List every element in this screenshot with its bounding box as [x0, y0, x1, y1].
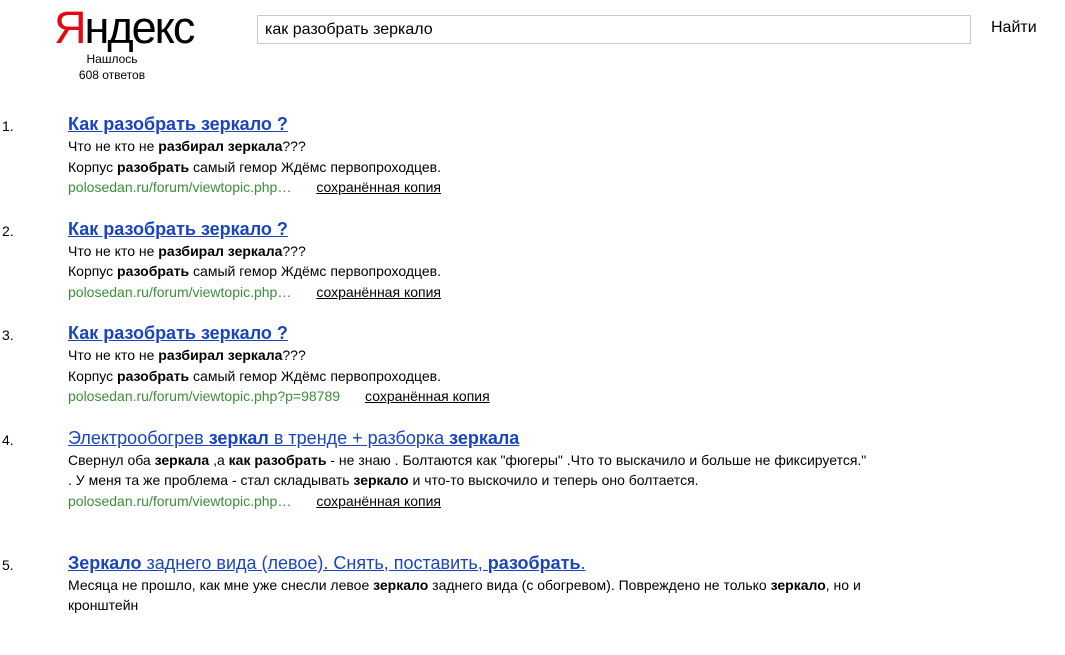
result-body: Как разобрать зеркало ?Что не кто не раз…	[68, 321, 868, 407]
highlight-text: разбирал зеркала	[158, 347, 282, 363]
search-result: 2.Как разобрать зеркало ?Что не кто не р…	[0, 217, 1065, 322]
text-segment: в тренде + разборка	[269, 428, 449, 448]
highlight-text: разбирал зеркала	[158, 243, 282, 259]
text-segment: заднего вида (с обогревом). Повреждено н…	[428, 577, 770, 593]
result-title-link[interactable]: Как разобрать зеркало ?	[68, 321, 868, 345]
result-title-link[interactable]: Зеркало заднего вида (левое). Снять, пос…	[68, 551, 868, 575]
search-input[interactable]	[257, 15, 971, 44]
text-segment: ???	[282, 347, 305, 363]
result-snippet: Что не кто не разбирал зеркала???	[68, 345, 868, 366]
result-snippet: Месяца не прошло, как мне уже снесли лев…	[68, 575, 868, 616]
highlight-text: Как разобрать зеркало ?	[68, 219, 288, 239]
cached-copy-link[interactable]: сохранённая копия	[365, 388, 490, 404]
highlight-text: Как разобрать зеркало ?	[68, 114, 288, 134]
result-number: 5.	[2, 557, 14, 573]
text-segment: Корпус	[68, 368, 117, 384]
text-segment: ,а	[209, 452, 228, 468]
text-segment: и что-то выскочило и теперь оно болтаетс…	[409, 472, 699, 488]
result-meta: polosedan.ru/forum/viewtopic.php… сохранё…	[68, 282, 868, 303]
text-segment: самый гемор Ждёмс первопроходцев.	[189, 263, 441, 279]
results-count: Нашлось 608 ответов	[70, 51, 154, 83]
result-body: Как разобрать зеркало ?Что не кто не раз…	[68, 112, 868, 198]
result-snippet: Корпус разобрать самый гемор Ждёмс перво…	[68, 157, 868, 178]
highlight-text: разобрать	[117, 368, 189, 384]
result-meta: polosedan.ru/forum/viewtopic.php… сохранё…	[68, 177, 868, 198]
result-title-link[interactable]: Электрообогрев зеркал в тренде + разборк…	[68, 426, 868, 450]
result-snippet: Корпус разобрать самый гемор Ждёмс перво…	[68, 261, 868, 282]
result-body: Электрообогрев зеркал в тренде + разборк…	[68, 426, 868, 512]
result-number: 4.	[2, 432, 14, 448]
logo-rest: ндекс	[85, 2, 194, 53]
result-url[interactable]: polosedan.ru/forum/viewtopic.php…	[68, 493, 291, 509]
text-segment: Корпус	[68, 159, 117, 175]
highlight-text: зеркала	[155, 452, 210, 468]
result-url[interactable]: polosedan.ru/forum/viewtopic.php…	[68, 284, 291, 300]
result-snippet: Что не кто не разбирал зеркала???	[68, 241, 868, 262]
result-snippet: Свернул оба зеркала ,а как разобрать - н…	[68, 450, 868, 491]
result-meta: polosedan.ru/forum/viewtopic.php… сохранё…	[68, 491, 868, 512]
result-snippet: Что не кто не разбирал зеркала???	[68, 136, 868, 157]
search-result: 5. Зеркало заднего вида (левое). Снять, п…	[0, 551, 1065, 655]
highlight-text: разобрать	[488, 553, 581, 573]
text-segment: заднего вида (левое). Снять, поставить,	[142, 553, 488, 573]
result-url[interactable]: polosedan.ru/forum/viewtopic.php?p=98789	[68, 388, 340, 404]
highlight-text: разобрать	[117, 263, 189, 279]
result-body: Как разобрать зеркало ?Что не кто не раз…	[68, 217, 868, 303]
cached-copy-link[interactable]: сохранённая копия	[316, 179, 441, 195]
result-url[interactable]: polosedan.ru/forum/viewtopic.php…	[68, 179, 291, 195]
highlight-text: как разобрать	[229, 452, 327, 468]
logo-first-letter: Я	[54, 2, 85, 53]
text-segment: самый гемор Ждёмс первопроходцев.	[189, 368, 441, 384]
text-segment: .	[581, 553, 586, 573]
text-segment: Что не кто не	[68, 243, 158, 259]
result-meta: polosedan.ru/forum/viewtopic.php?p=98789…	[68, 386, 868, 407]
highlight-text: зеркала	[449, 428, 519, 448]
result-number: 1.	[2, 118, 14, 134]
text-segment: Что не кто не	[68, 347, 158, 363]
highlight-text: зеркало	[353, 472, 408, 488]
result-body: Зеркало заднего вида (левое). Снять, пос…	[68, 551, 868, 616]
text-segment: Электрообогрев	[68, 428, 209, 448]
highlight-text: Как разобрать зеркало ?	[68, 323, 288, 343]
result-number: 2.	[2, 223, 14, 239]
search-button[interactable]: Найти	[985, 19, 1043, 37]
search-result: 4. Электрообогрев зеркал в тренде + разбо…	[0, 426, 1065, 551]
result-title-link[interactable]: Как разобрать зеркало ?	[68, 112, 868, 136]
cached-copy-link[interactable]: сохранённая копия	[316, 493, 441, 509]
text-segment: ???	[282, 138, 305, 154]
search-result: 1.Как разобрать зеркало ?Что не кто не р…	[0, 112, 1065, 217]
result-number: 3.	[2, 327, 14, 343]
results-count-value: 608 ответов	[70, 67, 154, 83]
text-segment: Корпус	[68, 263, 117, 279]
results-count-label: Нашлось	[70, 51, 154, 67]
highlight-text: Зеркало	[68, 553, 142, 573]
yandex-logo[interactable]: Яндекс	[54, 2, 193, 54]
result-title-link[interactable]: Как разобрать зеркало ?	[68, 217, 868, 241]
highlight-text: разбирал зеркала	[158, 138, 282, 154]
highlight-text: разобрать	[117, 159, 189, 175]
results-list: 1.Как разобрать зеркало ?Что не кто не р…	[0, 112, 1065, 655]
result-snippet: Корпус разобрать самый гемор Ждёмс перво…	[68, 366, 868, 387]
highlight-text: зеркало	[373, 577, 428, 593]
text-segment: Что не кто не	[68, 138, 158, 154]
text-segment: Месяца не прошло, как мне уже снесли лев…	[68, 577, 373, 593]
highlight-text: зеркал	[209, 428, 269, 448]
text-segment: самый гемор Ждёмс первопроходцев.	[189, 159, 441, 175]
search-result: 3.Как разобрать зеркало ?Что не кто не р…	[0, 321, 1065, 426]
text-segment: ???	[282, 243, 305, 259]
highlight-text: зеркало	[771, 577, 826, 593]
cached-copy-link[interactable]: сохранённая копия	[316, 284, 441, 300]
text-segment: Свернул оба	[68, 452, 155, 468]
